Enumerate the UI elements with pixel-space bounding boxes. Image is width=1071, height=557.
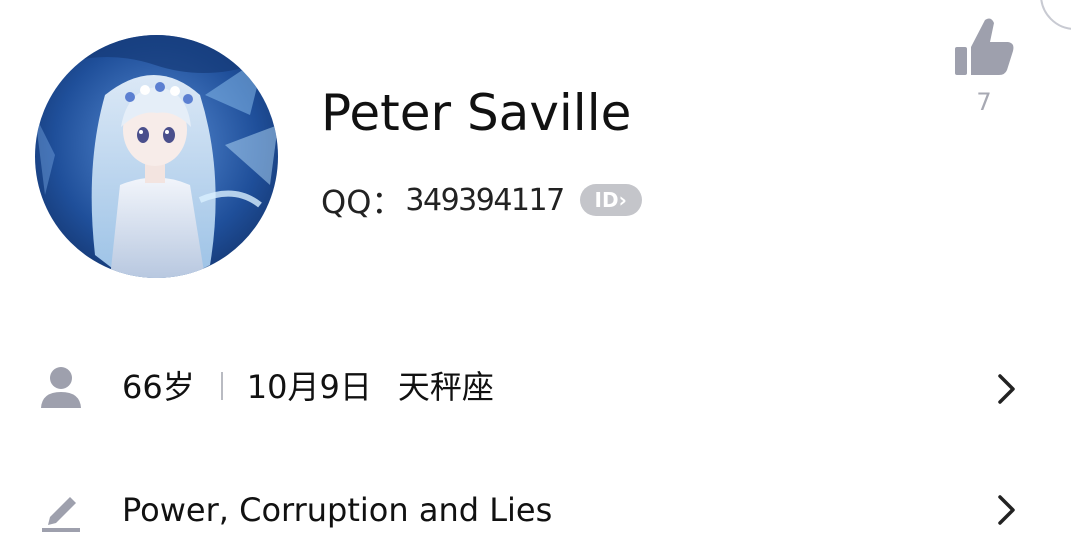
qq-number-row: QQ： 349394117 ID› [321,178,642,222]
signature-text: Power, Corruption and Lies [122,491,553,529]
qq-label: QQ： [321,183,404,221]
birthday-text: 10月9日 [246,368,372,406]
chevron-right-icon [998,374,1015,404]
like-button[interactable]: 7 [948,14,1020,118]
profile-name: Peter Saville [321,84,632,142]
zodiac-text: 天秤座 [397,368,494,406]
signature-row[interactable]: Power, Corruption and Lies [0,475,1071,545]
person-icon [41,367,81,408]
age-text: 66岁 [122,368,195,406]
qq-number: 349394117 [405,182,565,218]
corner-decoration [1040,0,1071,30]
pencil-icon [42,497,80,532]
avatar[interactable] [35,35,278,278]
id-badge-button[interactable]: ID› [579,184,642,216]
thumbs-up-icon [955,18,1014,75]
chevron-right-icon [998,495,1015,525]
profile-info-row[interactable]: 66岁 10月9日 天秤座 [0,352,1071,422]
like-count: 7 [976,88,992,116]
divider [220,372,223,400]
